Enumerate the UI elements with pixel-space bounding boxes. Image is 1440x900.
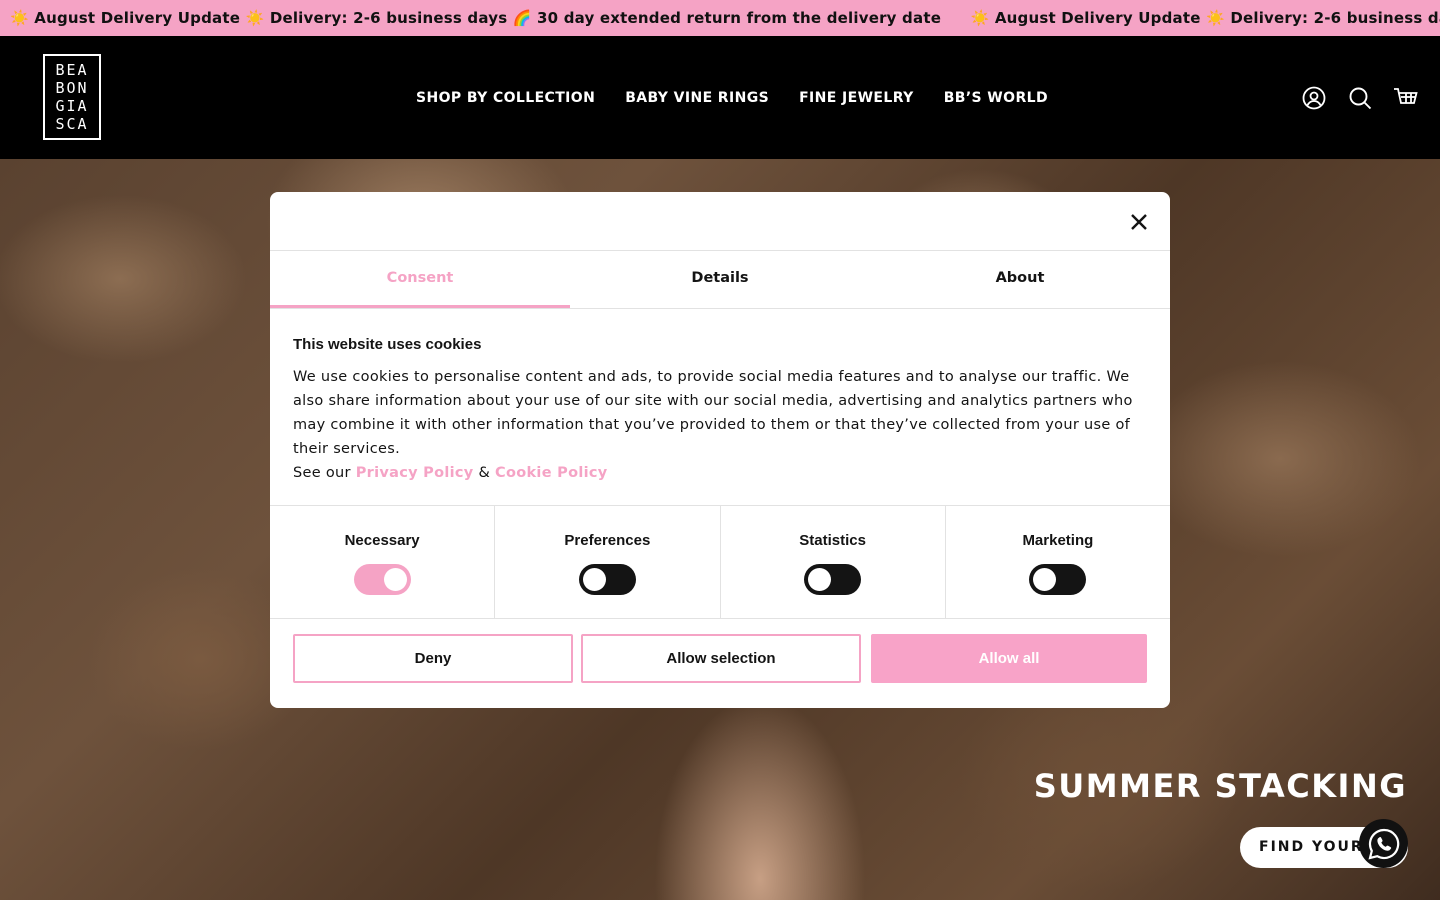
consent-actions: Deny Allow selection Allow all (270, 619, 1170, 683)
nav-shop-by-collection[interactable]: SHOP BY COLLECTION (416, 90, 595, 106)
toggle-necessary: Necessary (270, 506, 496, 618)
cookie-consent-dialog: Consent Details About This website uses … (270, 192, 1170, 708)
switch-knob (808, 568, 832, 591)
preferences-switch[interactable] (578, 564, 636, 595)
privacy-policy-link[interactable]: Privacy Policy (356, 465, 474, 481)
switch-knob (383, 568, 407, 591)
consent-toggles: Necessary Preferences Statistics Marketi… (270, 506, 1170, 619)
tab-consent[interactable]: Consent (270, 251, 570, 308)
deny-button[interactable]: Deny (293, 634, 573, 683)
toggle-marketing: Marketing (946, 506, 1170, 618)
brand-logo[interactable]: BEA BON GIA SCA (43, 54, 101, 140)
announcement-track: ☀️ August Delivery Update ☀️ Delivery: 2… (10, 0, 1440, 36)
statistics-switch[interactable] (804, 564, 862, 595)
tab-about[interactable]: About (870, 251, 1170, 308)
nav-bbs-world[interactable]: BB’S WORLD (944, 90, 1048, 106)
allow-selection-button[interactable]: Allow selection (581, 634, 861, 683)
announcement-text: ☀️ August Delivery Update ☀️ Delivery: 2… (970, 9, 1440, 27)
nav-fine-jewelry[interactable]: FINE JEWELRY (799, 90, 914, 106)
announcement-bar: ☀️ August Delivery Update ☀️ Delivery: 2… (0, 0, 1440, 36)
dialog-tabs: Consent Details About (270, 251, 1170, 309)
toggle-statistics: Statistics (721, 506, 946, 618)
ampersand: & (478, 465, 491, 481)
site-header: BEA BON GIA SCA SHOP BY COLLECTION BABY … (0, 36, 1440, 159)
cookie-policy-link[interactable]: Cookie Policy (495, 465, 608, 481)
switch-knob (582, 568, 606, 591)
necessary-switch[interactable] (353, 564, 411, 595)
consent-text: We use cookies to personalise content an… (293, 365, 1147, 485)
toggle-label: Preferences (564, 532, 651, 549)
close-icon[interactable] (1126, 209, 1152, 235)
logo-line: BON (55, 79, 89, 97)
announcement-text: ☀️ August Delivery Update ☀️ Delivery: 2… (10, 9, 942, 27)
consent-heading: This website uses cookies (293, 336, 482, 353)
toggle-label: Necessary (344, 532, 420, 549)
logo-line: SCA (55, 115, 89, 133)
search-icon[interactable] (1347, 85, 1372, 110)
nav-baby-vine-rings[interactable]: BABY VINE RINGS (625, 90, 769, 106)
allow-all-button[interactable]: Allow all (871, 634, 1147, 683)
toggle-preferences: Preferences (495, 506, 721, 618)
marketing-switch[interactable] (1029, 564, 1087, 595)
toggle-label: Statistics (799, 532, 866, 549)
hero-title: SUMMER STACKING (1033, 767, 1407, 805)
logo-line: BEA (55, 61, 89, 79)
main-nav: SHOP BY COLLECTION BABY VINE RINGS FINE … (416, 36, 1048, 159)
see-our-text: See our (293, 465, 351, 481)
cart-icon[interactable] (1393, 85, 1418, 110)
switch-knob (1033, 568, 1057, 591)
account-icon[interactable] (1301, 85, 1326, 110)
dialog-header (270, 192, 1170, 251)
header-icons (1301, 36, 1418, 159)
consent-paragraph: We use cookies to personalise content an… (293, 369, 1133, 457)
tab-details[interactable]: Details (570, 251, 870, 308)
whatsapp-icon[interactable] (1359, 819, 1408, 868)
toggle-label: Marketing (1022, 532, 1094, 549)
logo-line: GIA (55, 97, 89, 115)
consent-body: This website uses cookies We use cookies… (270, 309, 1170, 506)
